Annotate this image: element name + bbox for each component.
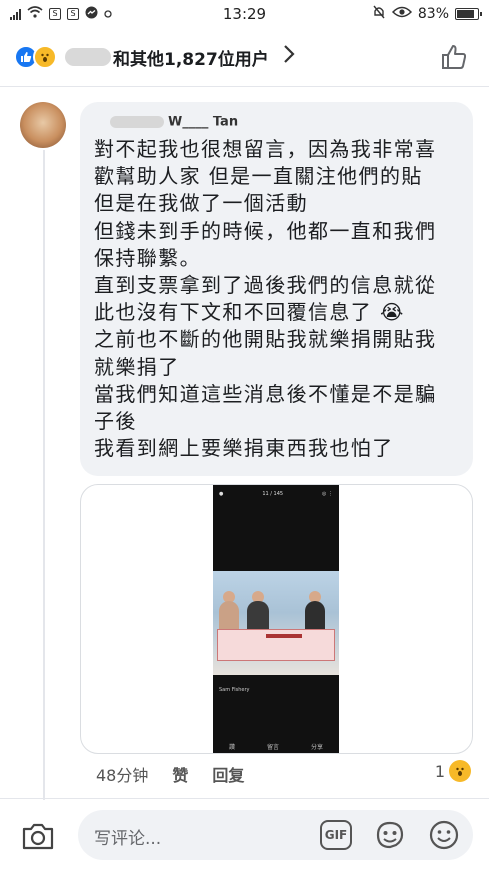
reaction-count-number: 1 [434, 761, 445, 781]
comment-attachment[interactable]: ● 11 / 145 ◎ ⋮ Sam Fishery 讚 留言 分享 [80, 484, 473, 754]
status-left: S S [10, 6, 190, 23]
chevron-right-icon[interactable] [283, 44, 295, 70]
comment-body: 對不起我也很想留言，因為我非常喜 歡幫助人家 但是一直關注他們的貼 但是在我做了… [94, 136, 459, 462]
comment-line: 但是在我做了一個活動 [94, 191, 308, 216]
comment-line: 就樂捐了 [94, 354, 180, 379]
close-icon: ● [219, 491, 224, 497]
comment-line: 子後 [94, 409, 137, 434]
comment-line: 但錢未到手的時候，他都一直和我們 [94, 218, 437, 243]
gif-button[interactable]: GIF [320, 820, 352, 850]
thread-line [43, 150, 45, 800]
attached-screenshot-topbar: ● 11 / 145 ◎ ⋮ [213, 485, 339, 503]
camera-icon [22, 823, 54, 850]
comment-author[interactable]: W____ Tan [110, 116, 459, 130]
reaction-icons [14, 45, 57, 69]
comment-screen: S S 13:29 83% 和其他1,827位用户 W____ Tan 對不起我… [0, 0, 489, 870]
attached-actions: 讚 留言 分享 [213, 742, 339, 751]
notification-dot-icon [104, 6, 112, 22]
comment-line: 我看到網上要樂捐東西我也怕了 [94, 436, 394, 461]
comment-input-placeholder: 写评论... [94, 829, 162, 849]
blurred-name [65, 48, 111, 66]
header-divider [0, 86, 489, 87]
s-app-icon: S [67, 8, 79, 20]
caption-page-name: Sam Fishery [219, 687, 250, 693]
signal-icon [10, 8, 21, 20]
messenger-icon [85, 6, 98, 23]
composer-divider [0, 798, 489, 799]
cheque-photo [213, 571, 339, 675]
status-bar: S S 13:29 83% [0, 0, 489, 28]
comment-line: 當我們知道這些消息後不懂是不是騙 [94, 381, 437, 406]
attached-comment: 留言 [266, 744, 279, 751]
reply-button[interactable]: 回复 [212, 762, 244, 786]
comment-time: 48分钟 [96, 766, 149, 785]
photo-counter: 11 / 145 [262, 491, 284, 497]
status-right: 83% [372, 5, 482, 23]
author-blur [110, 116, 164, 128]
reaction-summary-text: 和其他1,827位用户 [113, 49, 269, 70]
cheque-board [217, 629, 335, 661]
attached-screenshot[interactable]: ● 11 / 145 ◎ ⋮ Sam Fishery 讚 留言 分享 [213, 485, 339, 753]
comment-line: 保持聯繫。 [94, 245, 201, 270]
attached-like: 讚 [228, 744, 235, 751]
like-comment-button[interactable]: 赞 [172, 762, 188, 786]
eye-icon [391, 6, 412, 22]
attached-share: 分享 [310, 744, 323, 751]
wow-reaction-icon [33, 45, 57, 69]
author-name: W____ Tan [168, 116, 239, 130]
s-app-icon: S [49, 8, 61, 20]
attached-caption: Sam Fishery [219, 687, 249, 694]
cheque-title-bar [266, 634, 302, 638]
battery-percent: 83% [417, 6, 449, 22]
comment-reaction-count[interactable]: 1 [435, 760, 471, 782]
comment-line: 直到支票拿到了過後我們的信息就從 [94, 273, 437, 298]
comment-actions: 48分钟 赞 回复 [96, 762, 244, 786]
alarm-off-icon [372, 5, 386, 23]
camera-button[interactable] [20, 818, 56, 854]
tag-icon: ◎ ⋮ [322, 491, 333, 497]
like-post-button[interactable] [439, 42, 469, 72]
reactions-header[interactable]: 和其他1,827位用户 [0, 30, 489, 84]
battery-icon [455, 8, 482, 20]
comment-bubble[interactable]: W____ Tan 對不起我也很想留言，因為我非常喜 歡幫助人家 但是一直關注他… [80, 102, 473, 476]
emoji-button[interactable] [428, 819, 460, 851]
comment-line: 歡幫助人家 但是一直關注他們的貼 [94, 164, 423, 189]
comment-line: 之前也不斷的他開貼我就樂捐開貼我 [94, 327, 437, 352]
thumbs-up-icon [442, 45, 467, 69]
avatar[interactable] [20, 102, 66, 148]
wifi-icon [27, 6, 43, 22]
comment-input[interactable]: 写评论... GIF [78, 810, 473, 860]
comment-line: 對不起我也很想留言，因為我非常喜 [94, 137, 437, 161]
comment-line: 此也沒有下文和不回覆信息了 😭 [94, 300, 405, 325]
wow-reaction-icon [449, 760, 471, 782]
smiley-icon [429, 820, 459, 850]
sticker-icon [376, 821, 404, 849]
sticker-button[interactable] [374, 819, 406, 851]
